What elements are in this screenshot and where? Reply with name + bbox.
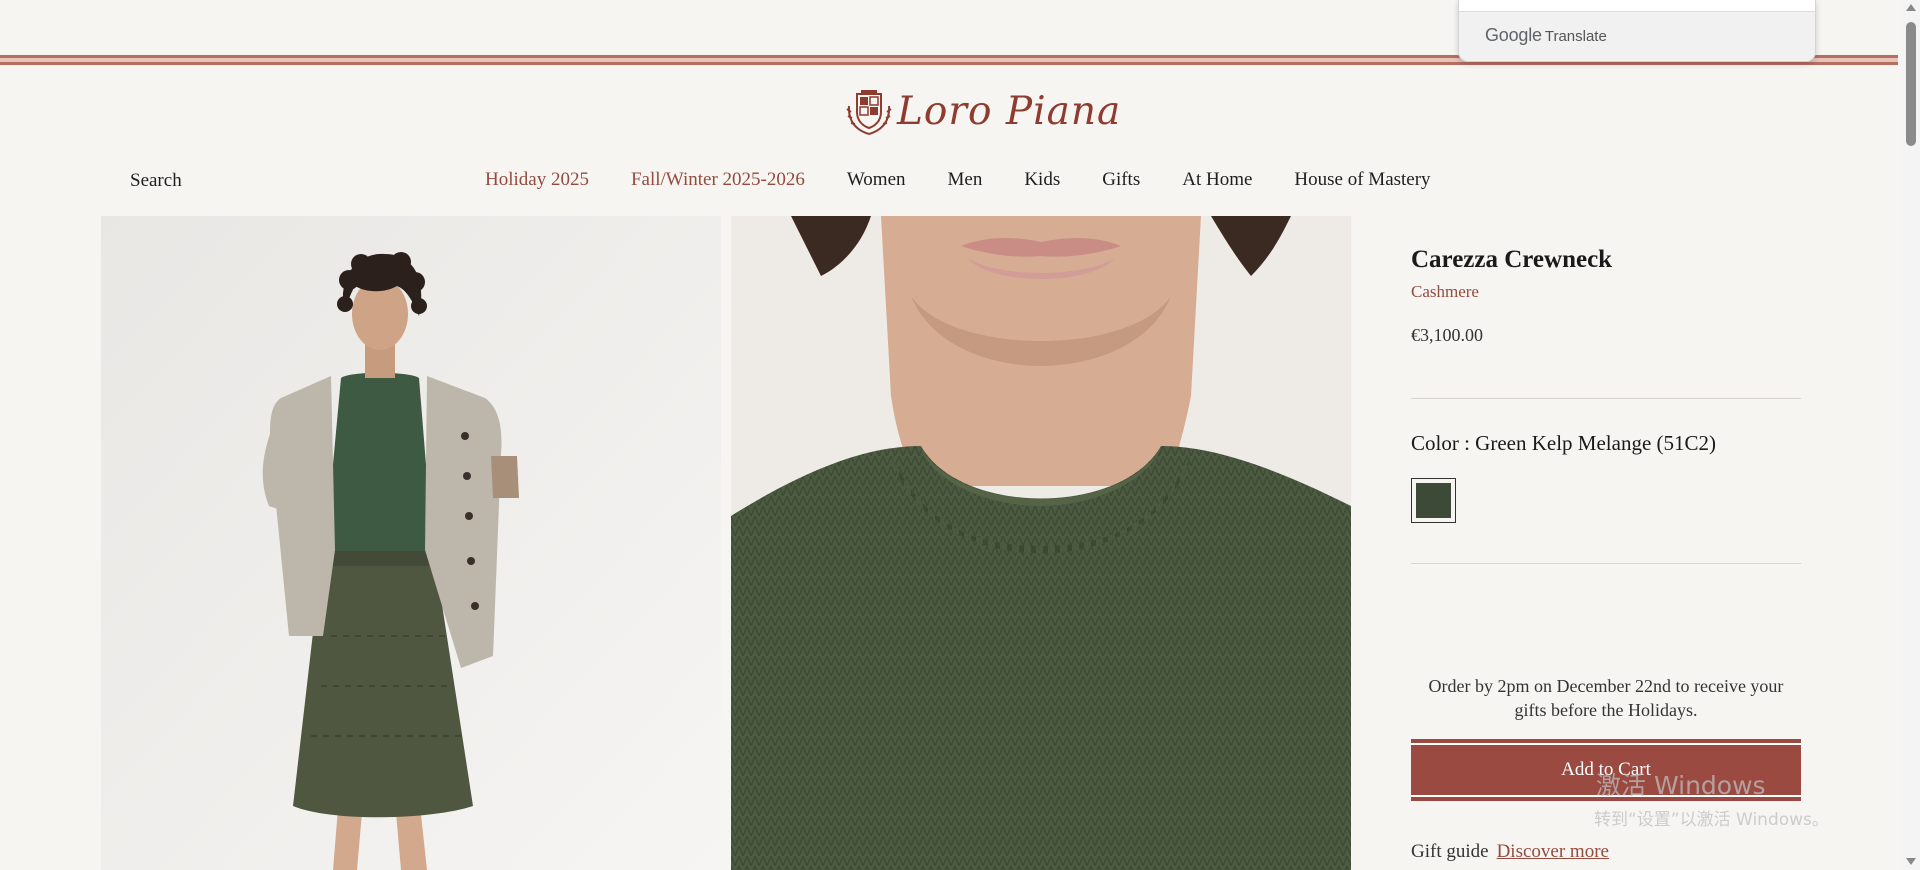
google-translate-brand: Google Translate <box>1485 25 1607 46</box>
nav-item-holiday-2025[interactable]: Holiday 2025 <box>485 169 589 191</box>
crest-icon <box>846 90 892 135</box>
product-material: Cashmere <box>1411 282 1479 301</box>
swatch-fill <box>1416 483 1451 518</box>
translate-word: Translate <box>1544 28 1607 45</box>
divider <box>1411 398 1801 399</box>
color-label: Color : Green Kelp Melange (51C2) <box>1411 431 1717 455</box>
delivery-note: Order by 2pm on December 22nd to receive… <box>1428 676 1784 720</box>
nav-item-women[interactable]: Women <box>847 169 906 191</box>
product-image-closeup[interactable] <box>731 216 1351 870</box>
brand-logo[interactable]: Loro Piana <box>845 86 1120 142</box>
nav-item-kids[interactable]: Kids <box>1024 169 1060 191</box>
discover-more-link[interactable]: Discover more <box>1497 841 1609 862</box>
nav-item-house-of-mastery[interactable]: House of Mastery <box>1294 169 1430 191</box>
google-word: Google <box>1485 25 1542 45</box>
product-title: Carezza Crewneck <box>1411 246 1613 273</box>
logo-wordmark: Loro Piana <box>897 89 1122 134</box>
nav-item-at-home[interactable]: At Home <box>1182 169 1252 191</box>
gift-guide: Gift guide Discover more <box>1411 841 1609 863</box>
scroll-thumb[interactable] <box>1906 22 1916 146</box>
sweater-closeup-illustration <box>731 216 1351 870</box>
divider <box>1411 563 1801 564</box>
color-swatch-green-kelp[interactable] <box>1411 478 1456 523</box>
page-scrollbar[interactable] <box>1902 0 1920 870</box>
scroll-down-arrow-icon[interactable] <box>1906 858 1916 865</box>
product-price: €3,100.00 <box>1411 325 1483 345</box>
nav-item-fall-winter[interactable]: Fall/Winter 2025-2026 <box>631 169 805 191</box>
scroll-up-arrow-icon[interactable] <box>1906 4 1916 11</box>
gift-guide-label: Gift guide <box>1411 841 1489 862</box>
search-link[interactable]: Search <box>130 170 182 192</box>
translate-popup-top <box>1459 0 1815 12</box>
nav-item-gifts[interactable]: Gifts <box>1102 169 1140 191</box>
google-translate-popup[interactable]: Google Translate <box>1458 0 1816 62</box>
watermark-line-2: 转到“设置”以激活 Windows。 <box>1594 810 1829 830</box>
product-image-full-look[interactable] <box>101 216 721 870</box>
model-illustration <box>101 216 721 870</box>
main-nav: Holiday 2025 Fall/Winter 2025-2026 Women… <box>485 169 1431 191</box>
nav-item-men[interactable]: Men <box>948 169 983 191</box>
add-to-cart-button[interactable]: Add to Cart <box>1411 739 1801 801</box>
